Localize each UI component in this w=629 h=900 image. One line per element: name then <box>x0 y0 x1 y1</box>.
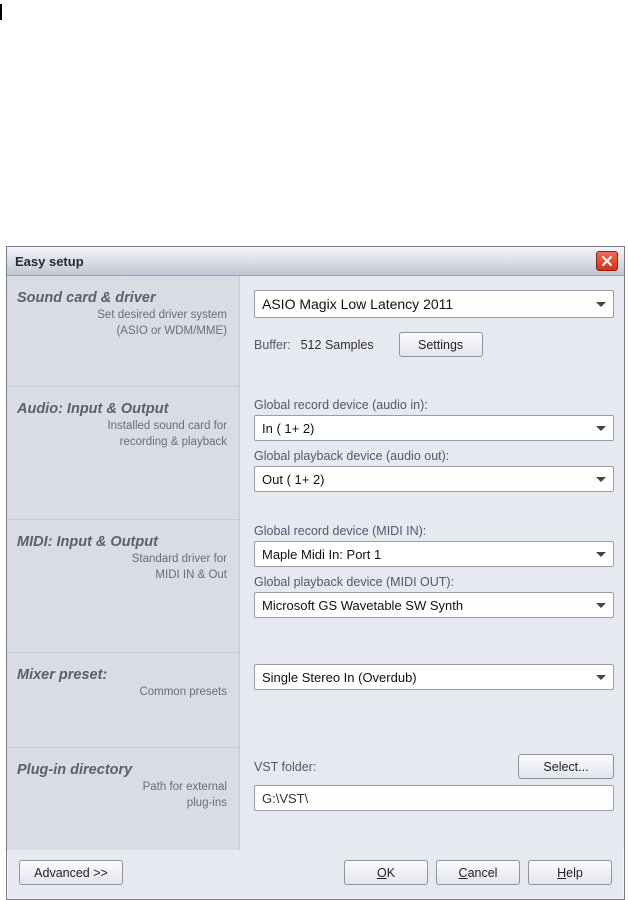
section-title: Sound card & driver <box>17 290 227 306</box>
section-subtitle: Standard driver forMIDI IN & Out <box>17 552 227 583</box>
midi-in-label: Global record device (MIDI IN): <box>254 524 614 538</box>
audio-out-value: Out ( 1+ 2) <box>262 472 325 487</box>
midi-settings-block: Global record device (MIDI IN): Maple Mi… <box>254 510 614 636</box>
cursor-marker <box>0 4 2 20</box>
midi-in-value: Maple Midi In: Port 1 <box>262 547 381 562</box>
plugin-settings-block: VST folder: Select... G:\VST\ <box>254 742 614 811</box>
buffer-label: Buffer: <box>254 338 291 352</box>
section-subtitle: Set desired driver system(ASIO or WDM/MM… <box>17 308 227 339</box>
vst-path-input[interactable]: G:\VST\ <box>254 785 614 811</box>
driver-value: ASIO Magix Low Latency 2011 <box>262 296 453 312</box>
audio-out-combo[interactable]: Out ( 1+ 2) <box>254 466 614 492</box>
ok-button[interactable]: OK <box>344 860 428 885</box>
window-title: Easy setup <box>15 254 84 269</box>
section-subtitle: Installed sound card forrecording & play… <box>17 419 227 450</box>
section-title: MIDI: Input & Output <box>17 534 227 550</box>
midi-out-label: Global playback device (MIDI OUT): <box>254 575 614 589</box>
close-button[interactable] <box>596 251 618 271</box>
buffer-value: 512 Samples <box>301 338 389 352</box>
easy-setup-dialog: Easy setup Sound card & driver Set desir… <box>6 246 625 900</box>
midi-out-combo[interactable]: Microsoft GS Wavetable SW Synth <box>254 592 614 618</box>
right-column: ASIO Magix Low Latency 2011 Buffer: 512 … <box>240 276 624 850</box>
cancel-button[interactable]: Cancel <box>436 860 520 885</box>
driver-combo[interactable]: ASIO Magix Low Latency 2011 <box>254 290 614 318</box>
section-title: Plug-in directory <box>17 762 227 778</box>
mixer-preset-combo[interactable]: Single Stereo In (Overdub) <box>254 664 614 690</box>
section-audio: Audio: Input & Output Installed sound ca… <box>7 387 239 520</box>
audio-out-label: Global playback device (audio out): <box>254 449 614 463</box>
vst-folder-label: VST folder: <box>254 760 316 774</box>
audio-in-value: In ( 1+ 2) <box>262 421 314 436</box>
section-sound: Sound card & driver Set desired driver s… <box>7 276 239 387</box>
section-mixer: Mixer preset: Common presets <box>7 653 239 748</box>
mixer-settings-block: Single Stereo In (Overdub) <box>254 636 614 742</box>
vst-path-value: G:\VST\ <box>262 791 308 806</box>
section-title: Audio: Input & Output <box>17 401 227 417</box>
audio-in-combo[interactable]: In ( 1+ 2) <box>254 415 614 441</box>
advanced-button[interactable]: Advanced >> <box>19 860 123 885</box>
select-folder-button[interactable]: Select... <box>518 754 614 779</box>
left-column: Sound card & driver Set desired driver s… <box>7 276 240 850</box>
close-icon <box>602 256 612 266</box>
section-plugin: Plug-in directory Path for externalplug-… <box>7 748 239 850</box>
section-title: Mixer preset: <box>17 667 227 683</box>
section-subtitle: Path for externalplug-ins <box>17 780 227 811</box>
audio-in-label: Global record device (audio in): <box>254 398 614 412</box>
titlebar[interactable]: Easy setup <box>7 247 624 276</box>
dialog-footer: Advanced >> OK Cancel Help <box>7 850 624 899</box>
section-subtitle: Common presets <box>17 685 227 701</box>
section-midi: MIDI: Input & Output Standard driver for… <box>7 520 239 653</box>
midi-out-value: Microsoft GS Wavetable SW Synth <box>262 598 463 613</box>
help-button[interactable]: Help <box>528 860 612 885</box>
midi-in-combo[interactable]: Maple Midi In: Port 1 <box>254 541 614 567</box>
mixer-preset-value: Single Stereo In (Overdub) <box>262 670 417 685</box>
settings-button[interactable]: Settings <box>399 332 483 357</box>
audio-settings-block: Global record device (audio in): In ( 1+… <box>254 382 614 510</box>
sound-settings-block: ASIO Magix Low Latency 2011 Buffer: 512 … <box>254 276 614 382</box>
